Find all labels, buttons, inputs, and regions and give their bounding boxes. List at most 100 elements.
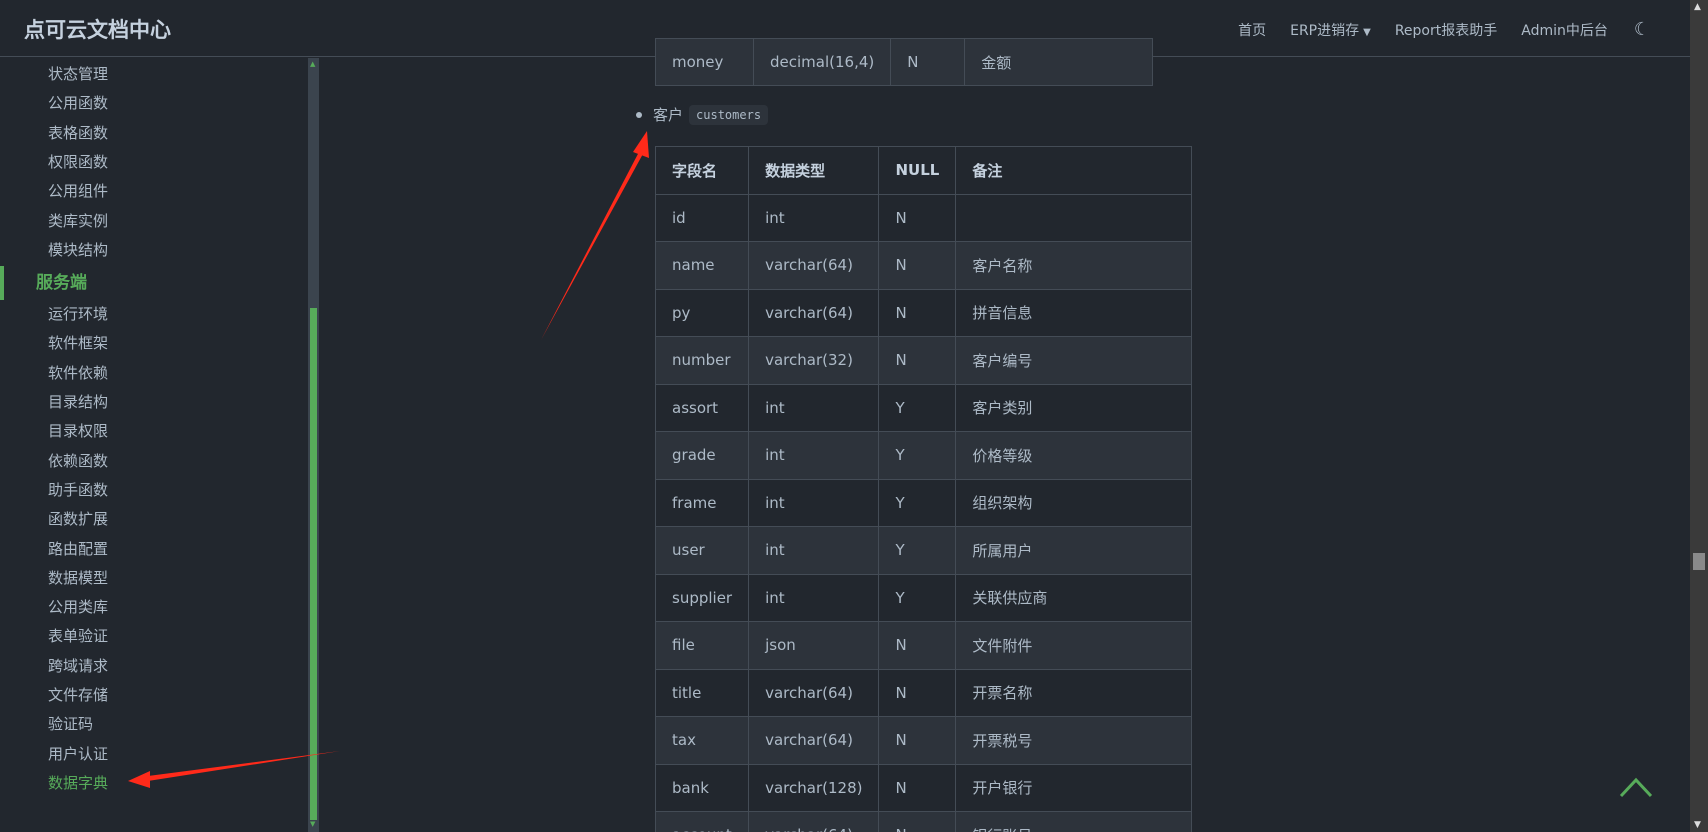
cell: 客户类别 bbox=[955, 383, 1192, 432]
sidebar-item[interactable]: 目录结构 bbox=[48, 388, 108, 417]
sidebar-item[interactable]: 表格函数 bbox=[48, 119, 108, 148]
table-row: file json N 文件附件 bbox=[654, 621, 1192, 670]
sidebar-item[interactable]: 依赖函数 bbox=[48, 447, 108, 476]
sidebar-item[interactable]: 表单验证 bbox=[48, 622, 108, 651]
sidebar-item[interactable]: 软件框架 bbox=[48, 329, 108, 358]
scroll-up-icon[interactable]: ▲ bbox=[1694, 2, 1701, 12]
section-heading: 客户 customers bbox=[636, 104, 769, 125]
cell: N bbox=[890, 38, 966, 86]
previous-table-tail: money decimal(16,4) N 金额 bbox=[655, 38, 1153, 86]
sidebar-item-active[interactable]: 数据字典 bbox=[48, 769, 108, 798]
table-row: assort int Y 客户类别 bbox=[654, 383, 1192, 432]
sidebar-item[interactable]: 验证码 bbox=[48, 710, 93, 739]
nav-report[interactable]: Report报表助手 bbox=[1395, 20, 1497, 40]
table-row: money decimal(16,4) N 金额 bbox=[655, 38, 1153, 86]
cell: N bbox=[878, 621, 957, 670]
nav-erp[interactable]: ERP进销存 ▼ bbox=[1290, 20, 1371, 40]
sidebar-scrollbar-thumb[interactable] bbox=[310, 308, 317, 820]
table-row: grade int Y 价格等级 bbox=[654, 431, 1192, 480]
cell: 银行账号 bbox=[955, 811, 1192, 832]
sidebar-group-server[interactable]: 服务端 bbox=[36, 268, 87, 298]
cell: N bbox=[878, 763, 957, 812]
back-to-top-button[interactable] bbox=[1616, 772, 1656, 802]
sidebar-item[interactable]: 公用函数 bbox=[48, 89, 108, 118]
sidebar-item[interactable]: 目录权限 bbox=[48, 417, 108, 446]
sidebar-item[interactable]: 数据模型 bbox=[48, 564, 108, 593]
nav-erp-label: ERP进销存 bbox=[1290, 22, 1360, 39]
cell: supplier bbox=[654, 573, 750, 622]
moon-icon[interactable]: ☾ bbox=[1634, 19, 1650, 40]
scroll-up-icon[interactable]: ▲ bbox=[310, 60, 315, 68]
table-row: number varchar(32) N 客户编号 bbox=[654, 336, 1192, 385]
cell: decimal(16,4) bbox=[752, 38, 892, 86]
table-row: accountvarchar(64)N银行账号 bbox=[654, 811, 1192, 832]
cell: 开票名称 bbox=[955, 668, 1192, 717]
table-row: py varchar(64) N 拼音信息 bbox=[654, 288, 1192, 337]
cell: N bbox=[878, 811, 957, 832]
section-label: 客户 bbox=[653, 106, 684, 124]
table-row: tax varchar(64) N 开票税号 bbox=[654, 716, 1192, 765]
cell: int bbox=[748, 431, 880, 480]
nav-home[interactable]: 首页 bbox=[1238, 20, 1266, 40]
sidebar-item[interactable]: 用户认证 bbox=[48, 740, 108, 769]
cell: number bbox=[654, 336, 750, 385]
nav-admin[interactable]: Admin中后台 bbox=[1521, 20, 1608, 40]
site-logo[interactable]: 点可云文档中心 bbox=[24, 14, 171, 44]
cell: int bbox=[748, 383, 880, 432]
cell: account bbox=[654, 811, 750, 832]
page-scrollbar[interactable] bbox=[1690, 0, 1708, 832]
sidebar-item[interactable]: 函数扩展 bbox=[48, 505, 108, 534]
cell: varchar(32) bbox=[748, 336, 880, 385]
cell: 拼音信息 bbox=[955, 288, 1192, 337]
section-code: customers bbox=[689, 104, 769, 125]
column-header: 字段名 bbox=[654, 146, 750, 195]
cell: Y bbox=[878, 526, 957, 575]
cell: name bbox=[654, 241, 750, 290]
cell: int bbox=[748, 573, 880, 622]
cell: title bbox=[654, 668, 750, 717]
cell: N bbox=[878, 288, 957, 337]
active-group-indicator bbox=[0, 266, 4, 301]
cell: Y bbox=[878, 573, 957, 622]
cell: 开户银行 bbox=[955, 763, 1192, 812]
sidebar-item[interactable]: 状态管理 bbox=[48, 60, 108, 89]
cell bbox=[955, 193, 1192, 242]
scroll-down-icon[interactable]: ▼ bbox=[1694, 820, 1701, 830]
sidebar-item[interactable]: 公用组件 bbox=[48, 177, 108, 206]
cell: varchar(64) bbox=[748, 241, 880, 290]
cell: assort bbox=[654, 383, 750, 432]
sidebar-item[interactable]: 软件依赖 bbox=[48, 359, 108, 388]
cell: 所属用户 bbox=[955, 526, 1192, 575]
cell: int bbox=[748, 478, 880, 527]
cell: id bbox=[654, 193, 750, 242]
annotation-arrow-table bbox=[541, 131, 649, 340]
sidebar-item[interactable]: 权限函数 bbox=[48, 148, 108, 177]
cell: grade bbox=[654, 431, 750, 480]
scroll-down-icon[interactable]: ▼ bbox=[310, 820, 315, 828]
table-row: name varchar(64) N 客户名称 bbox=[654, 241, 1192, 290]
sidebar-item[interactable]: 模块结构 bbox=[48, 236, 108, 265]
sidebar-item[interactable]: 文件存储 bbox=[48, 681, 108, 710]
cell: Y bbox=[878, 431, 957, 480]
table-row: id int N bbox=[654, 193, 1192, 242]
cell: N bbox=[878, 241, 957, 290]
cell: varchar(128) bbox=[748, 763, 880, 812]
sidebar-item[interactable]: 助手函数 bbox=[48, 476, 108, 505]
cell: json bbox=[748, 621, 880, 670]
table-row: user int Y 所属用户 bbox=[654, 526, 1192, 575]
sidebar-item[interactable]: 跨域请求 bbox=[48, 652, 108, 681]
sidebar-item[interactable]: 类库实例 bbox=[48, 207, 108, 236]
cell: 客户名称 bbox=[955, 241, 1192, 290]
sidebar-item[interactable]: 运行环境 bbox=[48, 300, 108, 329]
column-header: NULL bbox=[878, 146, 957, 195]
table-row: frame int Y 组织架构 bbox=[654, 478, 1192, 527]
cell: 组织架构 bbox=[955, 478, 1192, 527]
cell: bank bbox=[654, 763, 750, 812]
sidebar-item[interactable]: 路由配置 bbox=[48, 535, 108, 564]
customers-table: 字段名 数据类型 NULL 备注 id int Nname varchar(64) N 客… bbox=[654, 146, 1192, 832]
sidebar-item[interactable]: 公用类库 bbox=[48, 593, 108, 622]
page-scrollbar-thumb[interactable] bbox=[1693, 553, 1705, 570]
cell: varchar(64) bbox=[748, 716, 880, 765]
cell: 关联供应商 bbox=[955, 573, 1192, 622]
cell: N bbox=[878, 336, 957, 385]
